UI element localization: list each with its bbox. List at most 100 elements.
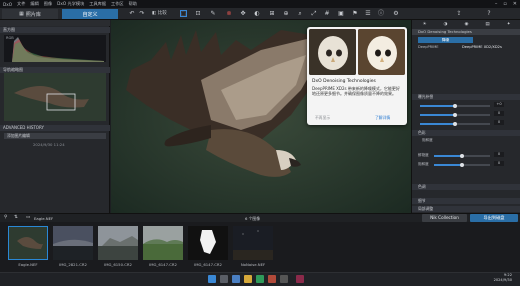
thumbnail-5[interactable] — [233, 226, 273, 260]
app-icon[interactable] — [268, 275, 276, 283]
mask-icon[interactable]: ▣ — [337, 10, 345, 18]
exposure-value[interactable]: +0 — [494, 102, 504, 107]
sort-icon[interactable]: ⇅ — [14, 215, 18, 220]
vibrance-slider-knob[interactable] — [460, 153, 464, 158]
palette-color-icon[interactable]: ◑ — [444, 22, 448, 27]
library-icon: ▦ — [19, 11, 24, 17]
thumbnail-0[interactable] — [8, 226, 48, 260]
folder-path[interactable]: Eagle.NEF — [34, 216, 53, 221]
palette-light-icon[interactable]: ☀ — [423, 22, 427, 27]
flag-icon[interactable]: ⚑ — [351, 10, 359, 18]
popup-skip-button[interactable]: 不再显示 — [315, 115, 330, 121]
highlights-value[interactable]: 0 — [494, 120, 504, 125]
local-header[interactable]: 局部调整 — [412, 206, 520, 212]
highlights-slider[interactable] — [420, 121, 490, 126]
contrast-value[interactable]: 0 — [494, 111, 504, 116]
search-icon[interactable] — [220, 275, 228, 283]
tone-header[interactable]: 色调 — [412, 184, 520, 190]
menu-item-image[interactable]: 图像 — [44, 1, 52, 7]
color-header[interactable]: 色彩 — [412, 130, 520, 136]
dxo-taskbar-icon[interactable] — [280, 275, 288, 283]
denoise-header[interactable]: DxO Denoising Technologies — [412, 29, 520, 35]
thumbnail-4[interactable] — [188, 226, 228, 260]
menu-item-file[interactable]: 文件 — [17, 1, 25, 7]
grid-icon[interactable]: # — [323, 10, 331, 18]
menu-item-edit[interactable]: 编辑 — [30, 1, 38, 7]
local-adjust-icon[interactable]: ◐ — [253, 10, 261, 18]
color-header-label: 色彩 — [418, 130, 426, 135]
exposure-header[interactable]: 曝光补偿 — [412, 94, 520, 100]
palette-geometry-icon[interactable]: ▤ — [485, 22, 489, 27]
help-icon[interactable]: ? — [485, 10, 493, 18]
thumbnail-1[interactable] — [53, 226, 93, 260]
navigator-thumbnail[interactable] — [4, 73, 106, 121]
histogram-header[interactable]: 直方图 — [0, 27, 110, 33]
file-explorer-icon[interactable] — [244, 275, 252, 283]
compare-button[interactable]: ◧ 比较 — [152, 10, 176, 18]
contrast-slider-fill — [420, 114, 455, 116]
palette-detail-icon[interactable]: ◉ — [464, 22, 468, 27]
saturation-slider-knob[interactable] — [460, 162, 464, 167]
vibrance-slider-fill — [434, 155, 462, 157]
menu-bar: DxO 文件 编辑 图像 DxO 光学模块 工具库据 工作区 帮助 — [0, 0, 520, 8]
retouch-icon[interactable]: ✥ — [239, 10, 247, 18]
thumbnail-label-3: IMG_6147.CR2 — [149, 262, 177, 267]
export-button[interactable]: 导出到磁盘 — [470, 214, 518, 222]
thumbnail-2[interactable] — [98, 226, 138, 260]
zoom-icon[interactable]: ⌕ — [296, 10, 304, 18]
start-icon[interactable] — [208, 275, 216, 283]
menu-item-app[interactable]: DxO — [3, 2, 12, 7]
saturation-value[interactable]: 0 — [494, 161, 504, 166]
highlights-slider-knob[interactable] — [453, 121, 457, 126]
nik-collection-button[interactable]: Nik Collection — [422, 214, 467, 222]
list-icon[interactable]: ☰ — [364, 10, 372, 18]
thumbnail-label-4: IMG_6147.CR2 — [194, 262, 222, 267]
menu-item-optics[interactable]: DxO 光学模块 — [57, 1, 84, 7]
histogram-channel-rgb[interactable]: RGB — [6, 36, 14, 40]
popup-title: DxO Denoising Technologies — [312, 79, 376, 84]
local-header-label: 局部调整 — [418, 206, 434, 211]
saturation-slider[interactable] — [434, 162, 490, 167]
edge-icon[interactable] — [232, 275, 240, 283]
exposure-slider[interactable] — [420, 103, 490, 108]
contrast-slider[interactable] — [420, 112, 490, 117]
share-icon[interactable]: ⇪ — [455, 10, 463, 18]
photo-app-icon[interactable] — [296, 275, 304, 283]
vibrance-value[interactable]: 0 — [494, 152, 504, 157]
detail-header[interactable]: 细节 — [412, 198, 520, 204]
vibrance-slider[interactable] — [434, 153, 490, 158]
crop-icon[interactable]: ⬚ — [180, 10, 187, 17]
menu-item-workspace[interactable]: 工作区 — [111, 1, 124, 7]
menu-item-tools[interactable]: 工具库据 — [89, 1, 106, 7]
menu-item-help[interactable]: 帮助 — [129, 1, 137, 7]
palette-local-icon[interactable]: ✦ — [507, 22, 511, 27]
denoise-mode-button[interactable]: 降噪 — [418, 37, 473, 43]
system-clock[interactable]: 9:22 2024/9/30 — [494, 273, 512, 283]
contrast-slider-knob[interactable] — [453, 112, 457, 117]
denoise-option-a[interactable]: DeepPRIME — [418, 45, 439, 49]
eyedropper-icon[interactable]: ✎ — [209, 10, 217, 18]
filter-icon[interactable]: ⚲ — [4, 215, 7, 220]
tab-customize[interactable]: 自定义 — [62, 9, 118, 19]
history-item[interactable]: 添加图片编辑 — [4, 133, 106, 139]
settings-icon[interactable]: ⚙ — [392, 10, 400, 18]
tab-photo-library[interactable]: ▦ 照片库 — [2, 9, 58, 19]
exposure-slider-knob[interactable] — [453, 103, 457, 108]
minimize-icon[interactable]: – — [495, 1, 498, 7]
palette-tabs: ☀ ◑ ◉ ▤ ✦ — [414, 21, 519, 27]
undo-icon[interactable]: ↶ — [128, 10, 136, 18]
popup-learn-more-link[interactable]: 了解详情 — [375, 115, 390, 121]
perspective-icon[interactable]: ⊞ — [268, 10, 276, 18]
store-icon[interactable] — [256, 275, 264, 283]
straighten-icon[interactable]: ⊡ — [194, 10, 202, 18]
denoise-option-b[interactable]: DeepPRIME XD2/XD2s — [462, 45, 502, 49]
close-icon[interactable]: ✕ — [513, 1, 517, 7]
maximize-icon[interactable]: ▫ — [503, 1, 506, 7]
loupe-icon[interactable]: ⊕ — [282, 10, 290, 18]
info-icon[interactable]: ⓘ — [377, 10, 385, 18]
redo-icon[interactable]: ↷ — [138, 10, 146, 18]
fullscreen-icon[interactable]: ⤢ — [310, 10, 318, 18]
redeye-icon[interactable]: ⊗ — [225, 10, 233, 18]
thumbnail-3[interactable] — [143, 226, 183, 260]
history-header[interactable]: ADVANCED HISTORY — [0, 125, 110, 131]
